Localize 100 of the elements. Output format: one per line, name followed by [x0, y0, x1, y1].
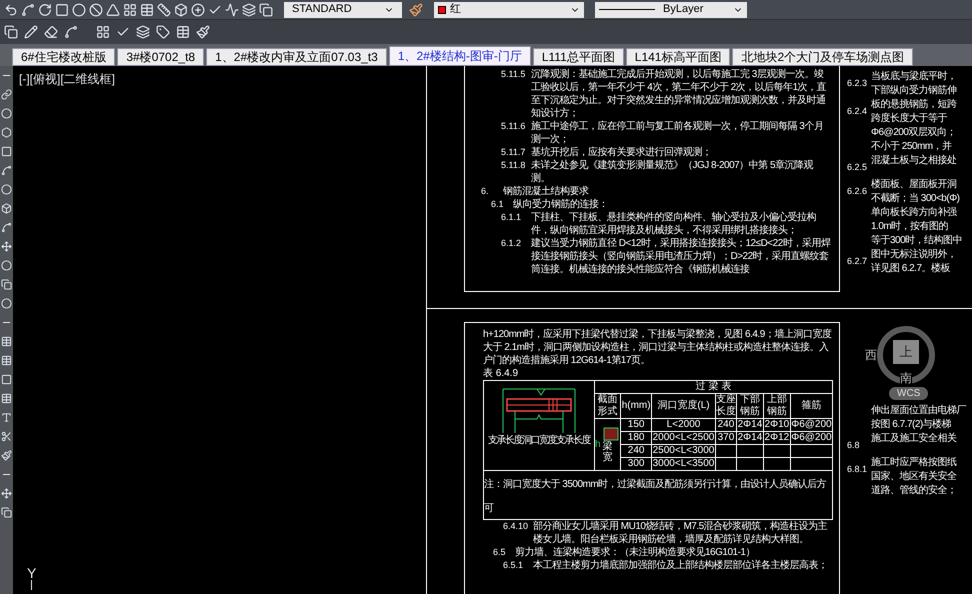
tool-icon[interactable]	[1, 279, 12, 290]
axis-label: Y	[27, 566, 36, 580]
brush-icon[interactable]	[409, 2, 423, 16]
tool-icon[interactable]	[1, 108, 12, 119]
tool-icon[interactable]	[1, 336, 12, 347]
tag-icon[interactable]	[156, 25, 170, 39]
layers-icon[interactable]	[242, 2, 256, 16]
table-cell-text: 300	[626, 458, 646, 470]
clause-text: 沉降观测：基础施工完成后开始观测，以后每施工完 3层观测一次。竣工验收以后，第一年不少于 4次，第二年不少于 2次，以后每年1次，直至下沉稳定为止。对于突然发生的异常情况应增加观测次数，并及时通知设计方；	[531, 68, 828, 120]
tool-icon[interactable]	[1, 89, 12, 100]
file-tab[interactable]: 6#住宅楼改桩版	[12, 48, 116, 66]
text-style-dropdown[interactable]: STANDARD	[284, 2, 402, 18]
pencil-icon[interactable]	[24, 25, 38, 39]
undo-icon[interactable]	[4, 2, 18, 16]
table-cell: 2000<L<2500	[652, 432, 715, 444]
eraser-icon[interactable]	[44, 25, 58, 39]
dimension-label: 支承长度	[488, 435, 522, 447]
swatch-icon	[438, 6, 446, 14]
compass-label[interactable]: 南	[900, 371, 912, 385]
clause-text: 楼面板、屋面板开洞	[871, 178, 958, 192]
tool-icon[interactable]	[1, 222, 12, 233]
table-cell-text: 240	[716, 419, 736, 431]
tool-icon[interactable]	[1, 241, 12, 252]
clause-number: 6.4.10	[503, 520, 530, 533]
triangle-icon[interactable]	[106, 2, 120, 16]
tool-icon[interactable]	[1, 374, 12, 385]
table-cell-text: L<2000	[666, 419, 702, 431]
table-cell-text: 240	[626, 445, 646, 457]
tool-icon[interactable]	[1, 355, 12, 366]
clause-text: 施工中途停工，应在停工前与复工前各观测一次，停工期间每隔 3个月测一次；	[531, 120, 824, 146]
beam-section-icon	[603, 426, 620, 440]
cube-face[interactable]: 上	[893, 340, 919, 364]
brush-icon[interactable]	[196, 25, 210, 39]
dimension-label: 洞口宽度	[522, 435, 556, 447]
dimension-label: 支承长度	[556, 435, 590, 447]
box-icon[interactable]	[174, 2, 188, 16]
clause-text: 纵向受力钢筋的连接：	[513, 198, 609, 211]
clause-number: 5.11.5	[501, 68, 526, 81]
tool-icon[interactable]	[1, 412, 12, 423]
clause-text: 下部纵向受力钢筋伸	[871, 84, 956, 98]
clause-text: Φ6@200双层双向；	[871, 126, 956, 140]
file-tab[interactable]: 3#楼0702_t8	[117, 48, 204, 66]
column-header: 截面形式	[594, 394, 621, 418]
clause-number: 5.11.6	[501, 120, 526, 133]
tool-icon[interactable]	[1, 488, 12, 499]
copy-icon[interactable]	[4, 25, 18, 39]
wave-line-icon[interactable]	[225, 2, 239, 16]
clause-number: 6.5	[493, 546, 507, 559]
file-tab[interactable]: 1、2#楼改内审及立面07.03_t3	[206, 48, 387, 66]
table-cell: Φ6@200	[790, 432, 832, 444]
clause-number: 6.1	[491, 198, 505, 211]
tool-icon[interactable]	[1, 507, 12, 518]
curve-icon[interactable]	[64, 25, 78, 39]
layers-icon[interactable]	[136, 25, 150, 39]
clause-number: 6.1.2	[501, 237, 522, 250]
table-cell: 2Φ12	[764, 432, 790, 444]
circle-slash-icon[interactable]	[89, 2, 103, 16]
table-note: 注：洞口宽度大于 3500mm时，过梁截面及配筋须另行计算，由设计人员确认后方可	[484, 479, 826, 514]
wcs-badge[interactable]: WCS	[889, 387, 928, 400]
clause-text: 下挂柱、下挂板、悬挂类构件的竖向构件、轴心受拉及小偏心受拉构件，纵向钢筋宜采用焊接及机械接头，不得采用绑扎搭接接头；	[531, 211, 817, 237]
viewport-label[interactable]: [-][俯视][二维线框]	[19, 70, 115, 88]
tool-icon[interactable]	[1, 203, 12, 214]
file-tab[interactable]: 北地块2个大门及停车场测点图	[732, 48, 914, 66]
color-dropdown[interactable]: 红	[434, 2, 584, 18]
table-icon[interactable]	[140, 2, 154, 16]
table-cell: Φ6@200	[790, 419, 832, 431]
tool-icon[interactable]	[1, 431, 12, 442]
table-cell: 2Φ10	[764, 419, 790, 431]
file-tab[interactable]: 1、2#楼结构-图审-门厅	[388, 46, 531, 66]
curve-icon[interactable]	[21, 2, 35, 16]
clause-text: 不小于 250mm，并	[871, 140, 953, 154]
axis-line	[31, 580, 32, 590]
tool-icon[interactable]	[1, 298, 12, 309]
clause-text: 不截断；当 300<b(Φ)	[871, 192, 961, 206]
file-tab[interactable]: L111总平面图	[532, 48, 624, 66]
linetype-dropdown[interactable]: ByLayer	[595, 2, 747, 18]
grid-icon[interactable]	[123, 2, 137, 16]
rotate-icon[interactable]	[38, 2, 52, 16]
tool-icon[interactable]	[1, 260, 12, 271]
grid-icon[interactable]	[96, 25, 110, 39]
ruler-icon[interactable]	[157, 2, 171, 16]
file-tab[interactable]: L141标高平面图	[626, 48, 730, 66]
column-header: h(mm)	[620, 394, 652, 418]
circle-icon[interactable]	[72, 2, 86, 16]
plus-circle-icon[interactable]	[191, 2, 205, 16]
clause-number: 6.	[481, 185, 490, 198]
tool-icon[interactable]	[1, 165, 12, 176]
clause-text: 施工及施工安全相关	[871, 432, 956, 446]
square-icon[interactable]	[55, 2, 69, 16]
clause-text: 按图 6.7.7(2)与楼梯	[871, 418, 952, 432]
copy-icon[interactable]	[259, 2, 273, 16]
clause-number: 6.1.1	[501, 211, 522, 224]
tool-icon[interactable]	[1, 393, 12, 404]
compass-label[interactable]: 西	[865, 348, 877, 362]
tool-icon[interactable]	[1, 127, 12, 138]
tool-icon[interactable]	[1, 450, 12, 461]
tool-icon[interactable]	[1, 146, 12, 157]
tool-icon[interactable]	[1, 184, 12, 195]
clause-text: 钢筋混凝土结构要求	[503, 185, 590, 198]
table-icon[interactable]	[176, 25, 190, 39]
